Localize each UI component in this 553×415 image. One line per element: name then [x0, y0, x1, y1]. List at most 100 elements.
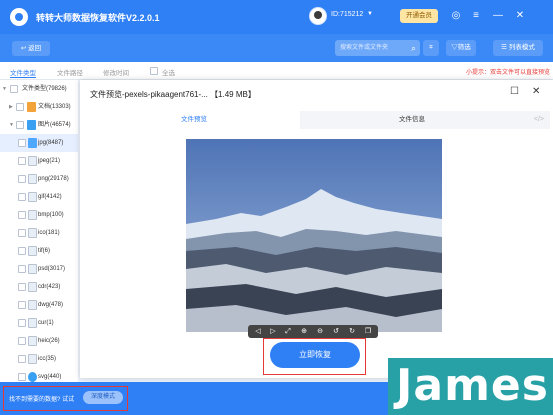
- view-mode-button[interactable]: ☰ 列表模式: [493, 40, 543, 56]
- next-icon[interactable]: ▷: [265, 325, 281, 338]
- fullscreen-icon[interactable]: ⤢: [280, 325, 296, 338]
- menu-icon[interactable]: ≡: [469, 9, 483, 23]
- tree-item[interactable]: cdr(423): [0, 278, 78, 296]
- app-title: 转转大师数据恢复软件V2.2.0.1: [36, 13, 160, 23]
- tree-checkbox[interactable]: [18, 265, 26, 273]
- collapse-icon[interactable]: ▼: [2, 80, 7, 98]
- tree-item[interactable]: ▶ 文档(13303): [0, 98, 78, 116]
- back-label: 返回: [28, 45, 42, 52]
- tree-checkbox[interactable]: [16, 121, 24, 129]
- tree-item[interactable]: ▼ 图片(46574): [0, 116, 78, 134]
- tree-item[interactable]: icc(35): [0, 350, 78, 368]
- search-input[interactable]: 搜索文件或文件夹 ⌕: [335, 40, 420, 56]
- tree-item[interactable]: png(29178): [0, 170, 78, 188]
- tab-file-info[interactable]: 文件信息: [300, 111, 524, 129]
- preview-title: 文件预览-pexels-pikaagent761-... 【1.49 MB】: [90, 89, 256, 100]
- svg-file-icon: [28, 372, 37, 382]
- tree-item-label: jpg(8487): [38, 140, 64, 146]
- jpg-file-icon: [28, 138, 37, 148]
- list-icon: ☰: [501, 44, 509, 51]
- tab-file-path[interactable]: 文件路径: [57, 67, 83, 77]
- back-button[interactable]: ↩ 返回: [12, 41, 50, 56]
- select-all-checkbox[interactable]: [150, 67, 158, 75]
- tree-checkbox[interactable]: [18, 301, 26, 309]
- tree-item-label: jpeg(21): [38, 158, 61, 164]
- tree-checkbox[interactable]: [18, 319, 26, 327]
- image-search-button[interactable]: ⌗: [423, 40, 439, 56]
- user-id[interactable]: ID:715212: [331, 11, 363, 18]
- file-icon: [28, 318, 37, 328]
- filter-tabs: 文件类型 文件路径 修改时间 全选 小提示：双击文件可以直接预览: [0, 62, 553, 80]
- tree-item-label: heic(26): [38, 338, 60, 344]
- tree-checkbox[interactable]: [18, 373, 26, 381]
- filter-label: 筛选: [457, 44, 471, 51]
- settings-icon[interactable]: ◎: [449, 9, 463, 23]
- collapse-icon[interactable]: ▼: [9, 116, 14, 134]
- tree-checkbox[interactable]: [18, 157, 26, 165]
- tree-checkbox[interactable]: [18, 139, 26, 147]
- tree-checkbox[interactable]: [18, 211, 26, 219]
- tree-checkbox[interactable]: [10, 85, 18, 93]
- avatar[interactable]: [309, 7, 327, 25]
- code-icon[interactable]: </>: [534, 111, 544, 129]
- tree-item-label: cdr(423): [38, 284, 61, 290]
- close-icon[interactable]: ✕: [532, 86, 540, 97]
- tree-item[interactable]: cur(1): [0, 314, 78, 332]
- filter-button[interactable]: ▽筛选: [446, 40, 476, 56]
- file-icon: [28, 210, 37, 220]
- deep-mode-prompt: 找不到需要的数据? 试试: [9, 397, 75, 403]
- rotate-left-icon[interactable]: ↺: [328, 325, 344, 338]
- toolbar: ↩ 返回 搜索文件或文件夹 ⌕ ⌗ ▽筛选 ☰ 列表模式: [0, 34, 553, 62]
- tree-item[interactable]: ico(181): [0, 224, 78, 242]
- tab-file-preview[interactable]: 文件预览: [88, 111, 300, 129]
- tree-item[interactable]: tif(6): [0, 242, 78, 260]
- file-icon: [28, 282, 37, 292]
- select-all-label[interactable]: 全选: [162, 67, 175, 77]
- tree-checkbox[interactable]: [16, 103, 24, 111]
- chevron-down-icon[interactable]: ▼: [367, 11, 373, 17]
- tree-item[interactable]: jpg(8487): [0, 134, 78, 152]
- tree-item-label: psd(3017): [38, 266, 66, 272]
- prev-icon[interactable]: ◁: [250, 325, 266, 338]
- tree-checkbox[interactable]: [18, 355, 26, 363]
- expand-icon[interactable]: ▶: [9, 98, 13, 116]
- deep-mode-button[interactable]: 深度模式: [83, 391, 123, 404]
- tree-item[interactable]: svg(440): [0, 368, 78, 382]
- tree-item[interactable]: heic(26): [0, 332, 78, 350]
- tree-item-label: 文件类型(79826): [22, 86, 67, 92]
- tree-item[interactable]: psd(3017): [0, 260, 78, 278]
- tree-checkbox[interactable]: [18, 229, 26, 237]
- minimize-icon[interactable]: —: [491, 9, 505, 23]
- tab-modified-time[interactable]: 修改时间: [103, 67, 129, 77]
- zoom-in-icon[interactable]: ⊕: [296, 325, 312, 338]
- tree-item[interactable]: bmp(100): [0, 206, 78, 224]
- tab-file-type[interactable]: 文件类型: [10, 67, 36, 78]
- watermark: James: [388, 358, 553, 415]
- tree-item[interactable]: gif(4142): [0, 188, 78, 206]
- maximize-icon[interactable]: ☐: [510, 86, 519, 97]
- file-icon: [28, 336, 37, 346]
- rotate-right-icon[interactable]: ↻: [344, 325, 360, 338]
- preview-image: [186, 139, 442, 332]
- tree-item-label: svg(440): [38, 374, 62, 380]
- mountain-photo: [186, 139, 442, 332]
- tree-checkbox[interactable]: [18, 283, 26, 291]
- vip-button[interactable]: 开通会员: [400, 9, 438, 23]
- tree-checkbox[interactable]: [18, 337, 26, 345]
- tree-item[interactable]: ▼ 文件类型(79826): [0, 80, 78, 98]
- tree-checkbox[interactable]: [18, 247, 26, 255]
- zoom-out-icon[interactable]: ⊖: [312, 325, 328, 338]
- tree-item[interactable]: jpeg(21): [0, 152, 78, 170]
- recover-now-button[interactable]: 立即恢复: [270, 342, 360, 368]
- search-icon[interactable]: ⌕: [411, 40, 416, 56]
- close-icon[interactable]: ✕: [513, 9, 527, 23]
- watermark-text: James: [396, 360, 549, 411]
- file-icon: [28, 300, 37, 310]
- tree-checkbox[interactable]: [18, 175, 26, 183]
- tree-item[interactable]: dwg(478): [0, 296, 78, 314]
- tree-checkbox[interactable]: [18, 193, 26, 201]
- tree-item-label: bmp(100): [38, 212, 64, 218]
- copy-icon[interactable]: ❐: [360, 325, 376, 338]
- tree-item-label: png(29178): [38, 176, 69, 182]
- file-icon: [28, 156, 37, 166]
